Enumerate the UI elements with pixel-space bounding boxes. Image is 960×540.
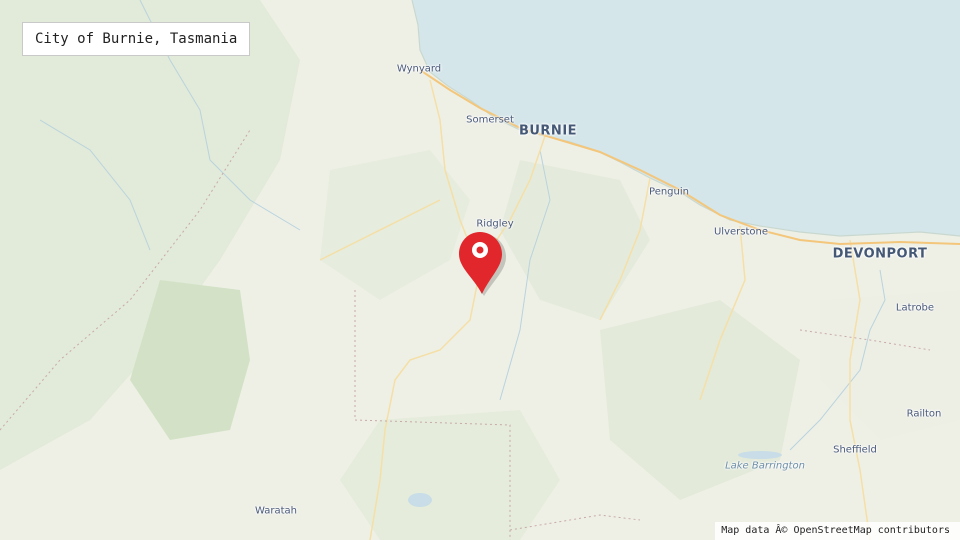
lake [738,451,782,459]
map-title: City of Burnie, Tasmania [22,22,251,56]
place-label-ulverstone: Ulverstone [713,226,769,238]
place-label-burnie: BURNIE [518,123,578,139]
map-canvas[interactable]: City of Burnie, Tasmania Wynyard Somerse… [0,0,960,540]
place-label-waratah: Waratah [254,505,298,517]
place-label-sheffield: Sheffield [833,444,877,456]
place-label-wynyard: Wynyard [396,63,442,75]
place-label-ridgley: Ridgley [476,218,514,230]
map-pin-icon[interactable] [456,230,506,296]
place-label-devonport: DEVONPORT [832,246,928,262]
place-label-penguin: Penguin [649,186,689,198]
place-label-latrobe: Latrobe [895,302,935,314]
map-attribution[interactable]: Map data Â© OpenStreetMap contributors [715,522,960,540]
lake [408,493,432,507]
place-label-somerset: Somerset [466,114,514,126]
place-label-lake-barrington: Lake Barrington [725,460,805,472]
place-label-railton: Railton [906,408,942,420]
